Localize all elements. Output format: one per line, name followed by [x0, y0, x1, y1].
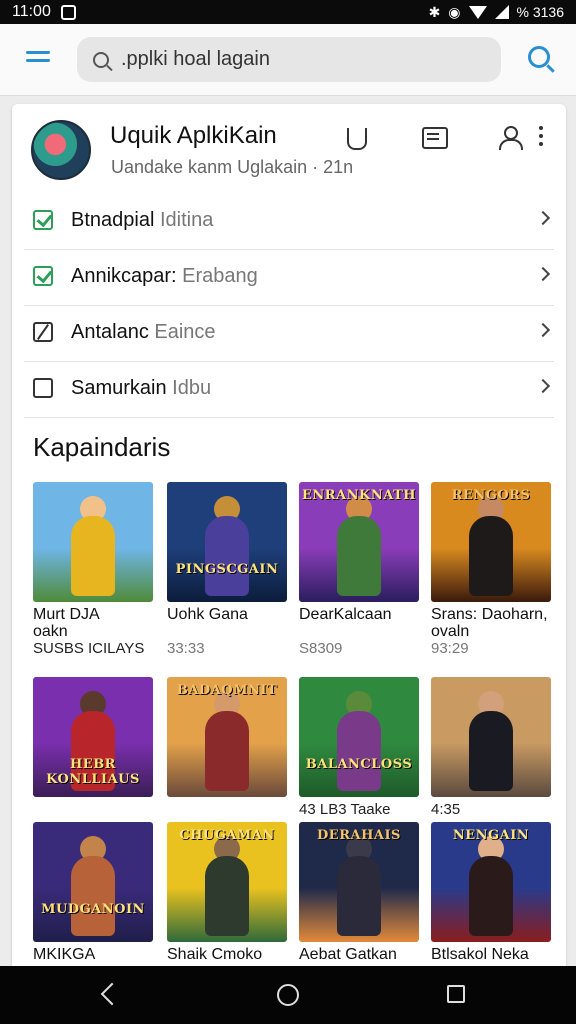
- game-logo-text: HEBR KONLLIAUS: [46, 757, 140, 787]
- game-tile[interactable]: MUDGANOIN: [33, 822, 153, 942]
- signal-icon: [494, 5, 509, 19]
- game-tile[interactable]: BADAQMNIT: [167, 677, 287, 797]
- status-bar: 11:00 ✱ ◉ % 3136: [0, 0, 576, 24]
- game-title[interactable]: Srans: Daoharn, ovaln: [431, 606, 548, 640]
- settings-row[interactable]: Btnadpial Iditina: [24, 194, 554, 250]
- row-label-primary: Antalanc: [71, 321, 149, 343]
- game-logo-text: RENGORS: [451, 488, 531, 503]
- character-figure: [469, 856, 513, 936]
- game-title[interactable]: MKIKGA: [33, 946, 95, 963]
- row-label-primary: Annikcapar:: [71, 265, 177, 287]
- game-logo-text: BADAQMNIT: [176, 683, 278, 698]
- home-icon[interactable]: [277, 984, 299, 1006]
- cup-icon[interactable]: [342, 124, 370, 152]
- game-title[interactable]: Btlsakol Neka: [431, 946, 529, 963]
- character-figure: [205, 856, 249, 936]
- user-icon[interactable]: [496, 124, 524, 152]
- game-title[interactable]: Murt DJA oakn: [33, 606, 100, 640]
- row-label-secondary: Erabang: [176, 265, 258, 287]
- system-nav-bar: [0, 966, 576, 1024]
- chevron-right-icon: [535, 378, 551, 394]
- checkbox-icon[interactable]: [33, 322, 53, 342]
- status-time: 11:00: [12, 3, 51, 20]
- alarm-icon: ◉: [448, 3, 461, 20]
- row-label: Antalanc Eaince: [71, 321, 216, 344]
- more-vert-icon[interactable]: [538, 126, 544, 150]
- profile-title: Uquik AplkiKain: [110, 122, 277, 149]
- game-tile[interactable]: CHUGAMAN: [167, 822, 287, 942]
- chevron-right-icon: [535, 266, 551, 282]
- game-tile[interactable]: RENGORS: [431, 482, 551, 602]
- section-title: Kapaindaris: [33, 432, 171, 462]
- row-label-primary: Samurkain: [71, 377, 167, 399]
- character-figure: [469, 516, 513, 596]
- row-label: Annikcapar: Erabang: [71, 265, 258, 288]
- game-meta: SUSBS ICILAYS: [33, 640, 145, 657]
- row-label-secondary: Iditina: [154, 209, 214, 231]
- game-tile[interactable]: DERAHAIS: [299, 822, 419, 942]
- game-tile[interactable]: HEBR KONLLIAUS: [33, 677, 153, 797]
- back-icon[interactable]: [100, 982, 124, 1006]
- checkbox-icon[interactable]: [33, 210, 53, 230]
- row-label-secondary: Idbu: [166, 377, 212, 399]
- row-label-secondary: Eaince: [148, 321, 216, 343]
- game-title[interactable]: Uohk Gana: [167, 606, 248, 623]
- game-tile[interactable]: BALANCLOSS: [299, 677, 419, 797]
- character-figure: [337, 711, 381, 791]
- game-title[interactable]: Shaik Cmoko: [167, 946, 262, 963]
- game-logo-text: DERAHAIS: [317, 828, 401, 843]
- game-logo-text: NENGAIN: [452, 828, 530, 843]
- top-app-bar: [0, 24, 576, 96]
- game-meta: 4:35: [431, 801, 461, 818]
- game-title[interactable]: DearKalcaan: [299, 606, 392, 623]
- chevron-right-icon: [535, 210, 551, 226]
- menu-icon[interactable]: [26, 51, 50, 67]
- character-figure: [205, 711, 249, 791]
- battery-text: % 3136: [516, 4, 564, 20]
- search-button-icon[interactable]: [528, 46, 550, 68]
- settings-row[interactable]: Samurkain Idbu: [24, 362, 554, 418]
- game-tile[interactable]: PINGSCGAIN: [167, 482, 287, 602]
- game-meta: 93:29: [431, 640, 469, 657]
- game-tile[interactable]: NENGAIN: [431, 822, 551, 942]
- game-logo-text: PINGSCGAIN: [175, 562, 279, 577]
- settings-row[interactable]: Antalanc Eaince: [24, 306, 554, 362]
- game-meta: 33:33: [167, 640, 205, 657]
- search-box[interactable]: [77, 37, 501, 82]
- chevron-right-icon: [535, 322, 551, 338]
- avatar[interactable]: [31, 120, 91, 180]
- profile-subtitle: Uandake kanm Uglakain · 21n: [111, 157, 354, 177]
- row-label: Samurkain Idbu: [71, 377, 211, 400]
- profile-header: Uquik AplkiKain Uandake kanm Uglakain · …: [12, 104, 566, 194]
- game-title[interactable]: Aebat Gatkan: [299, 946, 397, 963]
- game-logo-text: BALANCLOSS: [305, 757, 413, 772]
- wifi-icon: [468, 5, 487, 19]
- bluetooth-icon: ✱: [428, 3, 441, 20]
- game-logo-text: MUDGANOIN: [41, 902, 145, 917]
- notification-icon: [60, 4, 76, 20]
- search-input[interactable]: [121, 48, 481, 71]
- game-tile[interactable]: [33, 482, 153, 602]
- character-figure: [71, 516, 115, 596]
- game-logo-text: ENRANKNATH: [301, 488, 417, 503]
- character-figure: [337, 856, 381, 936]
- character-figure: [337, 516, 381, 596]
- character-figure: [71, 856, 115, 936]
- checkbox-icon[interactable]: [33, 378, 53, 398]
- settings-row[interactable]: Annikcapar: Erabang: [24, 250, 554, 306]
- game-tile[interactable]: [431, 677, 551, 797]
- checkbox-icon[interactable]: [33, 266, 53, 286]
- game-tile[interactable]: ENRANKNATH: [299, 482, 419, 602]
- game-meta: S8309: [299, 640, 343, 657]
- game-logo-text: CHUGAMAN: [179, 828, 275, 843]
- character-figure: [469, 711, 513, 791]
- game-meta: 43 LB3 Taake: [299, 801, 391, 818]
- main-card: Uquik AplkiKain Uandake kanm Uglakain · …: [12, 104, 566, 974]
- search-icon: [93, 51, 109, 68]
- chat-icon[interactable]: [420, 124, 448, 152]
- row-label-primary: Btnadpial: [71, 209, 155, 231]
- row-label: Btnadpial Iditina: [71, 209, 213, 232]
- character-figure: [205, 516, 249, 596]
- recent-apps-icon[interactable]: [447, 985, 465, 1003]
